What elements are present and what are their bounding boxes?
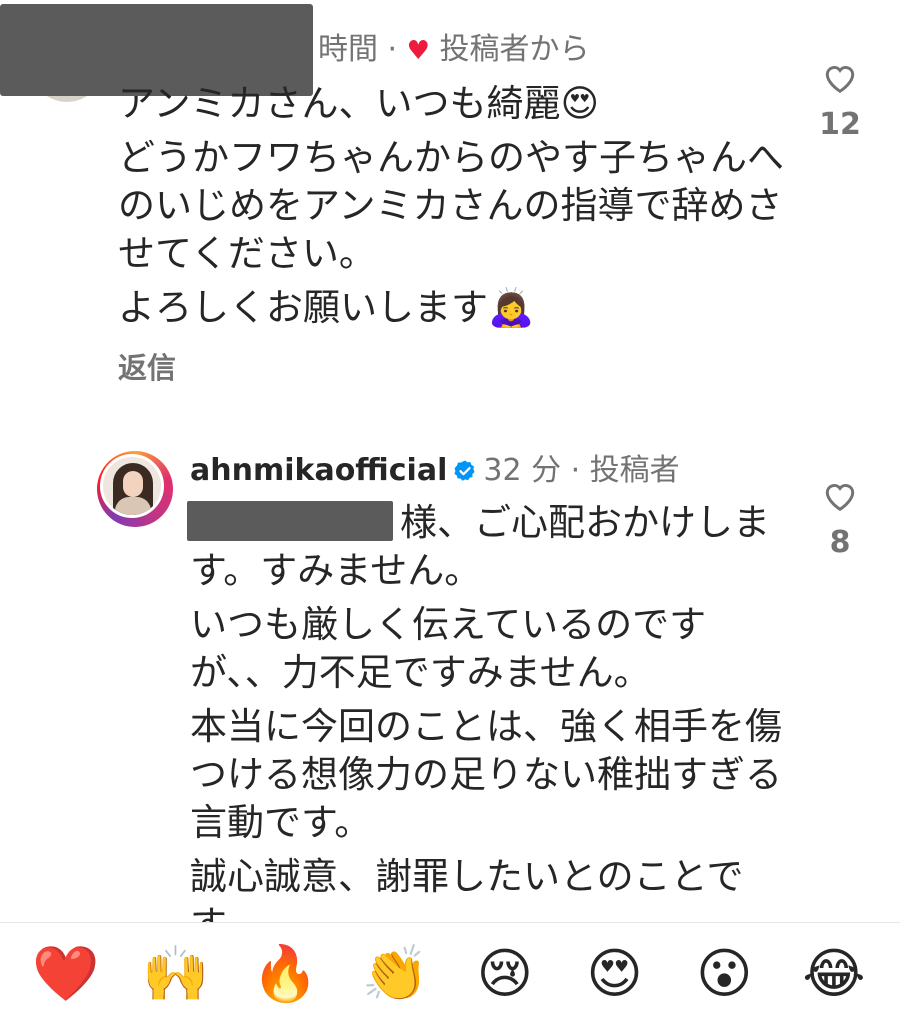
emoji-reaction-bar: ❤️ 🙌 🔥 👏 😢 😍 😮 😂 bbox=[0, 922, 900, 1024]
comment-line: どうかフワちゃんからのやす子ちゃんへのいじめをアンミカさんの指導で辞めさせてくだ… bbox=[118, 136, 784, 275]
emoji-heart-eyes-button[interactable]: 😍 bbox=[579, 938, 651, 1010]
emoji-surprised-button[interactable]: 😮 bbox=[688, 938, 760, 1010]
emoji-clap-button[interactable]: 👏 bbox=[359, 938, 431, 1010]
author-liked-label: 投稿者から bbox=[439, 32, 590, 67]
reply-username[interactable]: ahnmikaofficial bbox=[190, 453, 447, 488]
emoji-heart-button[interactable]: ❤️ bbox=[30, 938, 102, 1010]
heart-outline-icon[interactable] bbox=[810, 60, 870, 94]
reply-avatar[interactable] bbox=[97, 451, 173, 527]
author-liked-heart-icon: ♥ bbox=[406, 36, 430, 66]
verified-badge-icon bbox=[453, 453, 477, 495]
redacted-mention-block bbox=[187, 501, 393, 541]
emoji-crying-button[interactable]: 😢 bbox=[469, 938, 541, 1010]
reply-header: ahnmikaofficial 32 分 · 投稿者 bbox=[190, 450, 680, 495]
comments-screen: 時間 · ♥ 投稿者から アンミカさん、いつも綺麗😍 どうかフワちゃんからのやす… bbox=[0, 0, 900, 1024]
reply-like: 8 bbox=[810, 478, 870, 560]
reply-line: いつも厳しく伝えているのですが、、力不足ですみません。 bbox=[190, 603, 707, 694]
comment-like: 12 bbox=[810, 60, 870, 142]
avatar-photo bbox=[100, 454, 164, 518]
comment-text: アンミカさん、いつも綺麗😍 どうかフワちゃんからのやす子ちゃんへのいじめをアンミ… bbox=[118, 80, 798, 338]
reply-line: 本当に今回のことは、強く相手を傷つける想像力の足りない稚拙すぎる言動です。 bbox=[190, 705, 782, 844]
emoji-raised-hands-button[interactable]: 🙌 bbox=[140, 938, 212, 1010]
like-count: 12 bbox=[819, 107, 861, 142]
comment-line: アンミカさん、いつも綺麗😍 bbox=[118, 82, 600, 125]
reply-button[interactable]: 返信 bbox=[118, 348, 176, 388]
like-count: 8 bbox=[829, 525, 851, 560]
comment-time: 時間 · bbox=[318, 32, 398, 67]
reply-meta: 32 分 · 投稿者 bbox=[483, 453, 680, 488]
reply-text: 様、ご心配おかけします。すみません。 いつも厳しく伝えているのですが、、力不足で… bbox=[190, 499, 790, 955]
comment-meta: 時間 · ♥ 投稿者から bbox=[318, 30, 589, 71]
emoji-laughing-button[interactable]: 😂 bbox=[798, 938, 870, 1010]
emoji-fire-button[interactable]: 🔥 bbox=[249, 938, 321, 1010]
heart-outline-icon[interactable] bbox=[810, 478, 870, 512]
comment-line: よろしくお願いします🙇‍♀️ bbox=[118, 286, 535, 329]
